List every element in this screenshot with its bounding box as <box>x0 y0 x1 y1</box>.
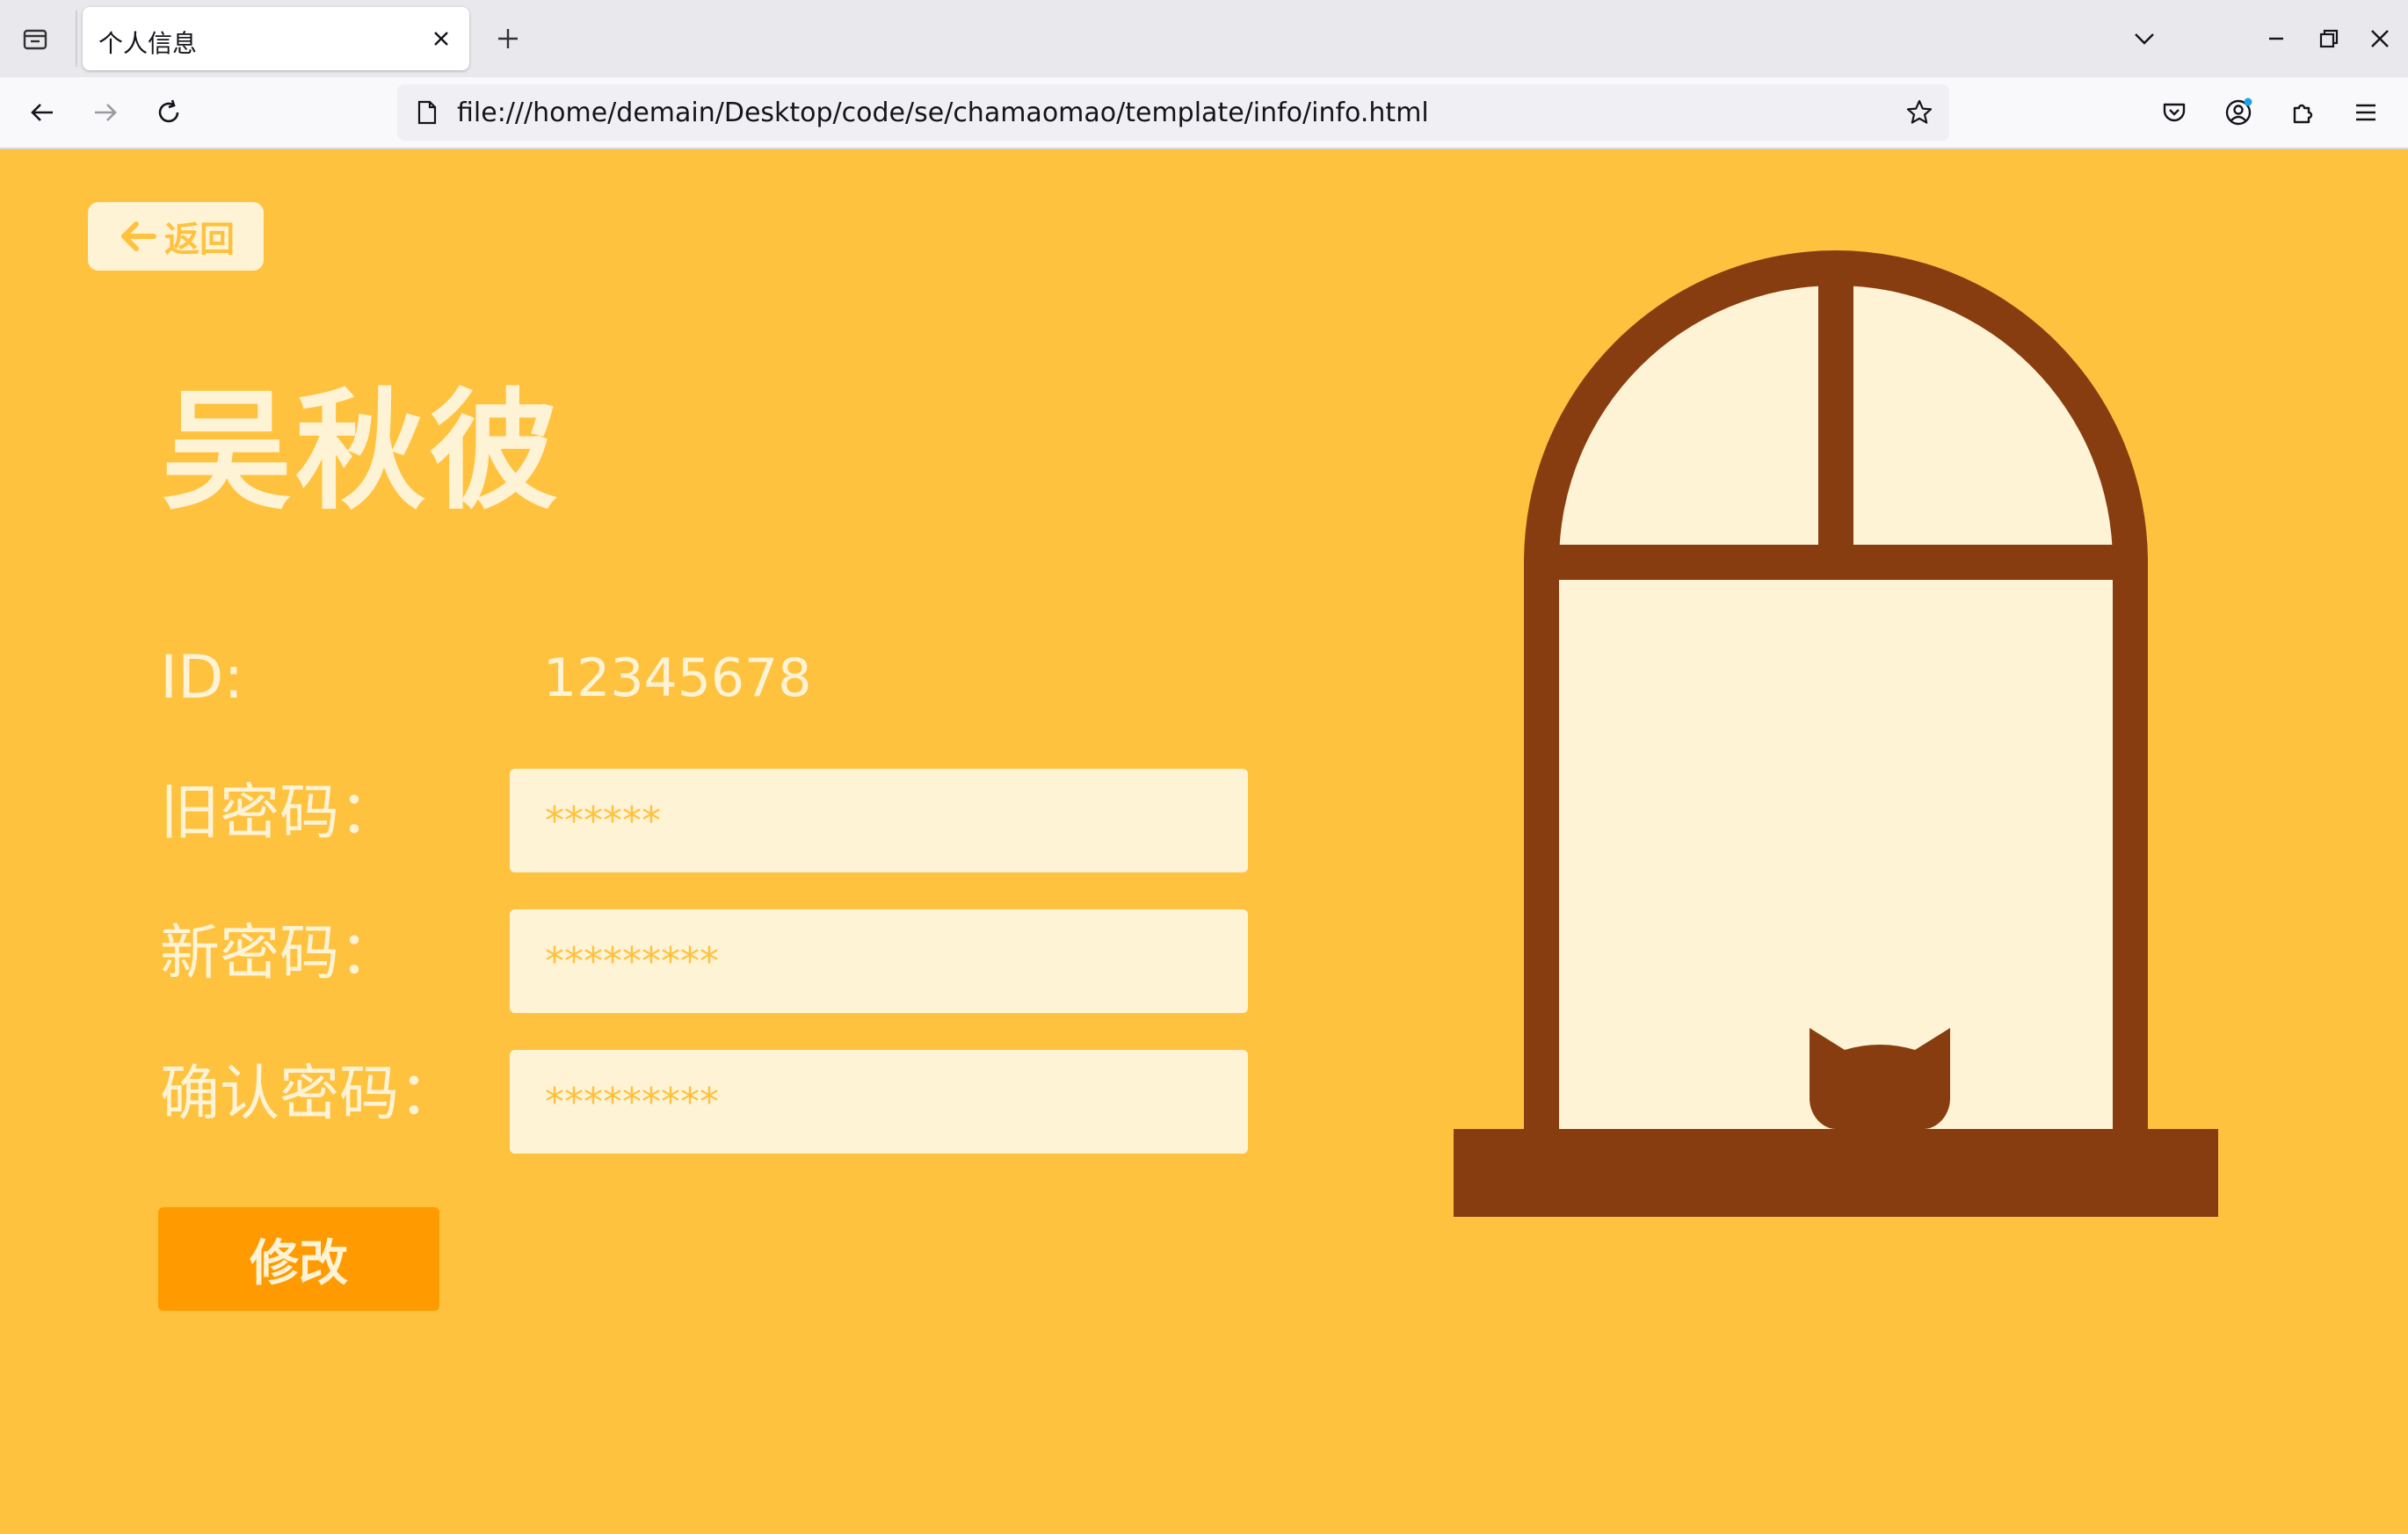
window-cat-illustration <box>1454 250 2218 1217</box>
close-icon[interactable] <box>425 23 457 54</box>
url-bar[interactable]: file:///home/demain/Desktop/code/se/cham… <box>397 84 1949 141</box>
arrow-left-icon[interactable] <box>21 91 63 134</box>
old-password-label: 旧密码： <box>160 778 400 848</box>
plus-icon[interactable] <box>489 19 527 58</box>
nav-bar: file:///home/demain/Desktop/code/se/cham… <box>0 77 2408 148</box>
account-icon[interactable] <box>2218 91 2260 134</box>
confirm-password-input[interactable] <box>510 1050 1248 1154</box>
tab-separator <box>76 11 77 67</box>
tab-bar: 个人信息 <box>0 0 2408 77</box>
tab-list-icon[interactable] <box>16 19 54 58</box>
id-value: 12345678 <box>543 648 812 709</box>
reload-icon[interactable] <box>148 91 190 134</box>
pocket-icon[interactable] <box>2153 91 2195 134</box>
arrow-left-icon <box>117 219 157 254</box>
close-icon[interactable] <box>2361 19 2399 58</box>
id-label: ID: <box>160 643 244 713</box>
new-password-label: 新密码： <box>160 919 400 988</box>
page-icon <box>411 97 443 128</box>
arrow-right-icon[interactable] <box>84 91 127 134</box>
back-button-label: 返回 <box>164 220 235 260</box>
url-text[interactable]: file:///home/demain/Desktop/code/se/cham… <box>457 98 1429 128</box>
tab-active[interactable]: 个人信息 <box>83 7 469 70</box>
new-password-input[interactable] <box>510 909 1248 1013</box>
page-content: 返回 吴秋彼 ID: 12345678 旧密码： 新密码： 确认密码： 修改 <box>0 149 2408 1534</box>
chevron-down-icon[interactable] <box>2125 19 2164 58</box>
back-button[interactable]: 返回 <box>88 202 264 271</box>
restore-icon[interactable] <box>2310 19 2348 58</box>
confirm-password-label: 确认密码： <box>160 1060 460 1129</box>
hamburger-menu-icon[interactable] <box>2345 91 2387 134</box>
browser-chrome: 个人信息 file:///home/demain/Desktop/code/se… <box>0 0 2408 149</box>
tab-title: 个人信息 <box>98 29 198 58</box>
user-name: 吴秋彼 <box>162 376 562 527</box>
star-icon[interactable] <box>1902 95 1937 130</box>
old-password-input[interactable] <box>510 769 1248 872</box>
minimize-icon[interactable] <box>2257 19 2296 58</box>
puzzle-icon[interactable] <box>2281 91 2324 134</box>
submit-button[interactable]: 修改 <box>158 1207 439 1311</box>
